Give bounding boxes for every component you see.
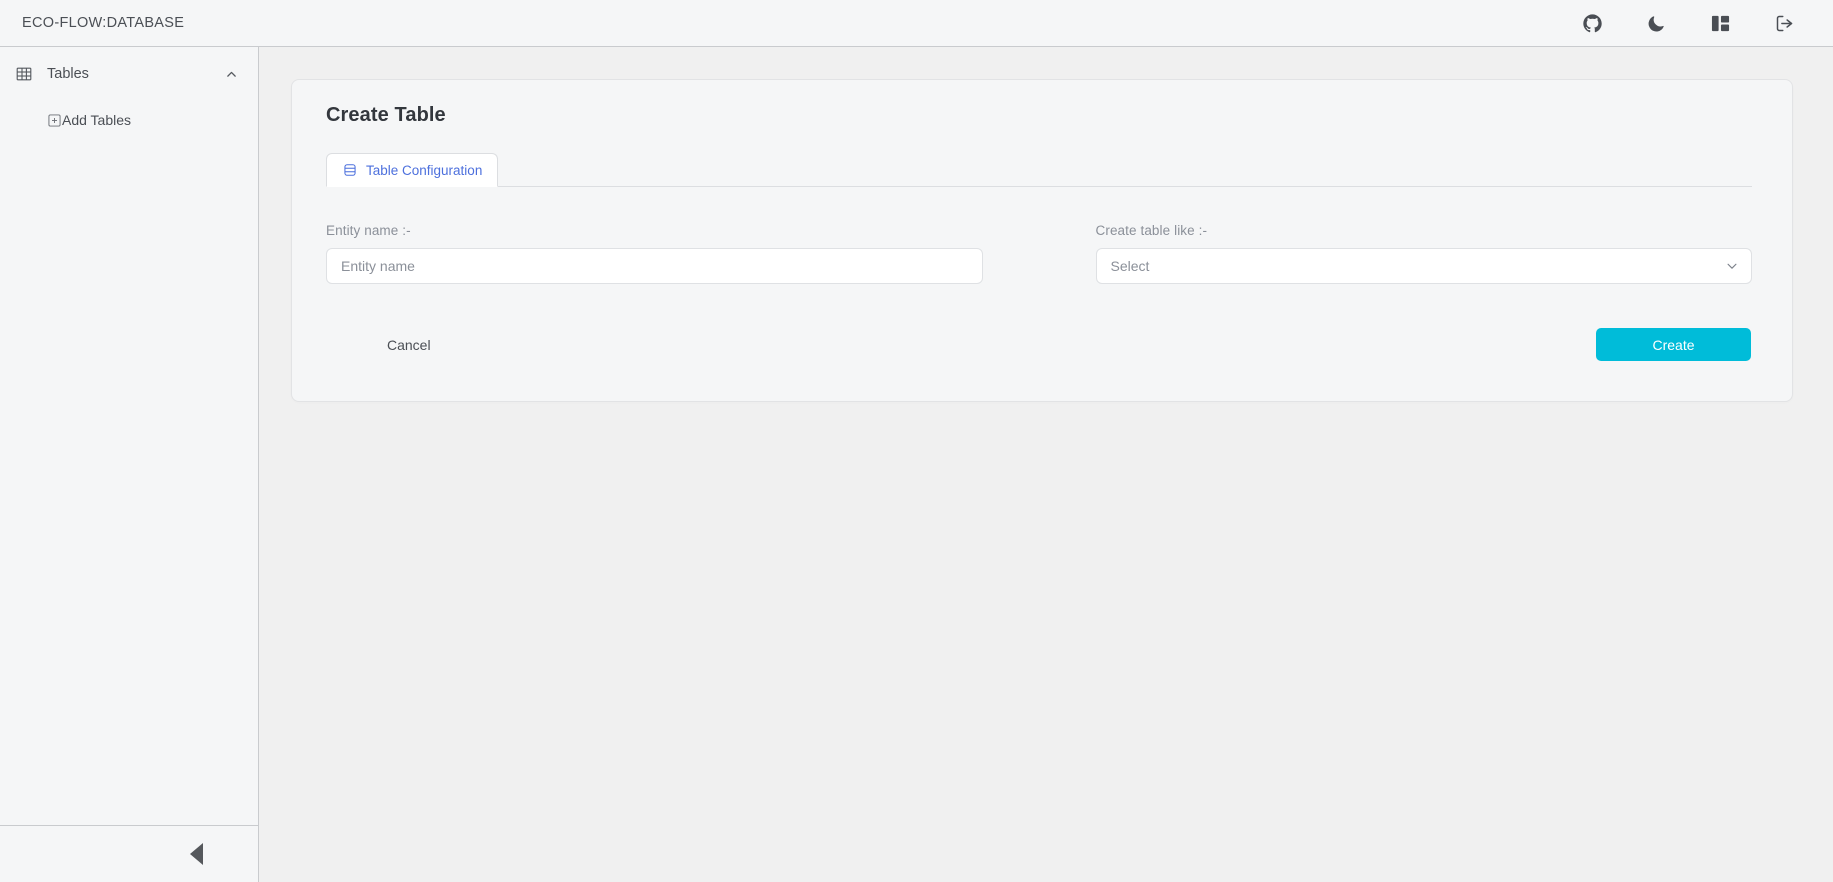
sidebar-nav: Tables Add Tables [0, 47, 258, 826]
cancel-button[interactable]: Cancel [383, 331, 435, 359]
app-brand-title: ECO-FLOW:DATABASE [22, 15, 185, 31]
entity-name-label: Entity name :- [326, 223, 411, 238]
create-table-like-field-group: Create table like :- Select [1095, 223, 1752, 284]
tab-bar: Table Configuration [326, 153, 1752, 187]
github-icon [1582, 13, 1603, 34]
sidebar-item-add-tables[interactable]: Add Tables [0, 106, 258, 134]
layout-toggle-button[interactable] [1707, 10, 1733, 36]
caret-left-icon[interactable] [190, 842, 203, 865]
tab-table-configuration[interactable]: Table Configuration [326, 153, 499, 187]
sidebar-item-label: Add Tables [62, 112, 132, 128]
sidebar-group-label: Tables [47, 66, 89, 82]
select-value: Select [1110, 258, 1150, 274]
header-actions [1579, 10, 1809, 36]
logout-button[interactable] [1771, 10, 1797, 36]
dark-mode-toggle-button[interactable] [1643, 10, 1669, 36]
sidebar: Tables Add Tables [0, 47, 259, 882]
tab-label: Table Configuration [366, 162, 483, 178]
entity-name-input[interactable] [326, 248, 983, 284]
create-table-like-select-wrap: Select [1095, 248, 1752, 284]
database-icon [343, 163, 357, 177]
sidebar-group-tables[interactable]: Tables [0, 53, 258, 95]
table-configuration-form: Entity name :- Create table like :- Sele… [326, 223, 1752, 284]
table-icon [14, 66, 34, 82]
main-content: Create Table Table Configuration Entity … [260, 47, 1833, 882]
github-icon-button[interactable] [1579, 10, 1605, 36]
sidebar-footer [0, 826, 258, 881]
moon-icon [1647, 14, 1666, 33]
create-table-card: Create Table Table Configuration Entity … [291, 79, 1793, 402]
add-box-icon [48, 113, 61, 127]
logout-icon [1774, 13, 1795, 34]
create-table-like-label: Create table like :- [1095, 223, 1208, 238]
entity-name-field-group: Entity name :- [326, 223, 983, 284]
create-table-like-select[interactable]: Select [1095, 248, 1752, 284]
chevron-up-icon[interactable] [225, 68, 238, 81]
layout-icon [1711, 14, 1730, 33]
page-title: Create Table [326, 104, 446, 126]
form-actions: Cancel Create [326, 328, 1752, 361]
create-button[interactable]: Create [1596, 328, 1751, 361]
top-header-bar: ECO-FLOW:DATABASE [0, 0, 1833, 47]
